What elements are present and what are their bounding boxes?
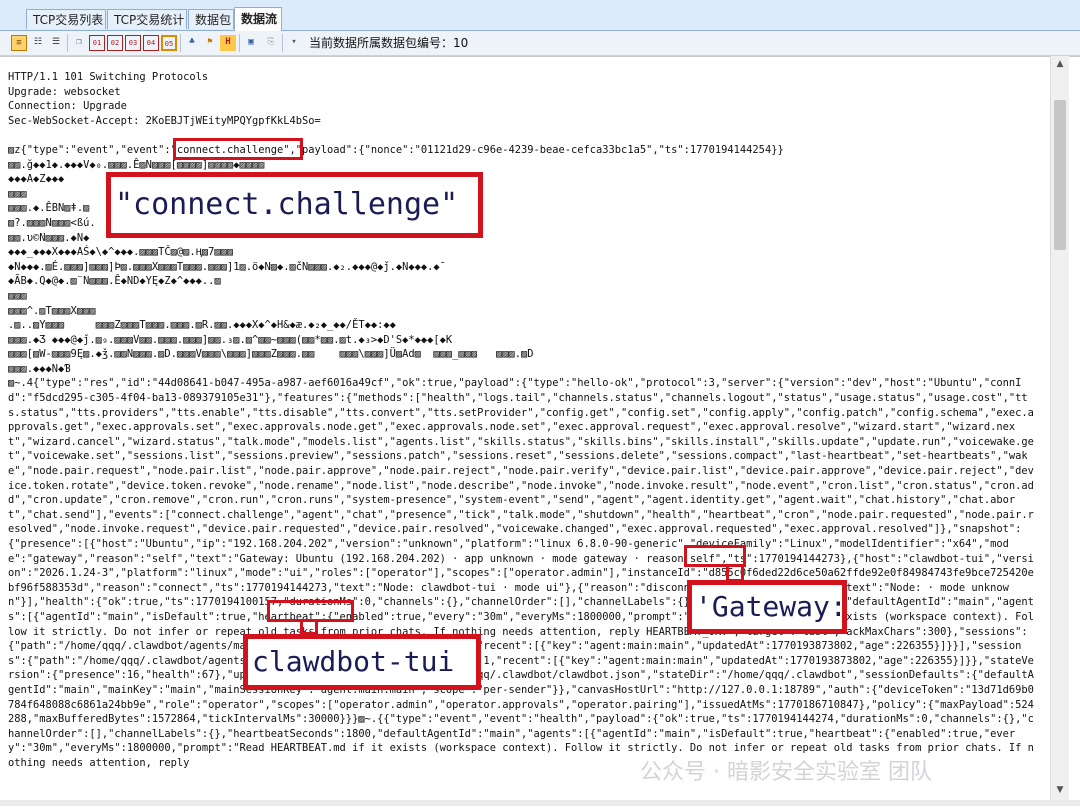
scroll-thumb[interactable] xyxy=(1054,100,1066,250)
highlight-gateway xyxy=(684,545,746,567)
image-icon[interactable]: ▣ xyxy=(243,35,259,51)
packet-number-label: 当前数据所属数据包编号：10 xyxy=(309,36,469,50)
watermark: 公众号 · 暗影安全实验室 团队 xyxy=(640,760,932,785)
export-icon[interactable]: ⎘ xyxy=(263,35,279,51)
toolbar: ≡ ☷ ☰ ❐ 01 02 03 04 05 ♣ ⚑ H ▣ ⎘ ▾ 当前数据所… xyxy=(0,31,1080,56)
tab-packet[interactable]: 数据包 xyxy=(188,9,234,29)
encode-5-icon[interactable]: 05 xyxy=(161,35,177,51)
stream-text: HTTP/1.1 101 Switching Protocols Upgrade… xyxy=(8,71,1034,769)
tree-icon[interactable]: ♣ xyxy=(184,35,200,51)
align-icon[interactable]: ≡ xyxy=(11,35,27,51)
callout-gateway: 'Gateway: xyxy=(687,580,847,634)
bottom-edge xyxy=(0,800,1080,806)
copy-icon[interactable]: ❐ xyxy=(71,35,87,51)
tab-bar: TCP交易列表 TCP交易统计 数据包 数据流 xyxy=(0,0,1080,31)
encode-1-icon[interactable]: 01 xyxy=(89,35,105,51)
hierarchy-icon[interactable]: ⚑ xyxy=(202,35,218,51)
hex-view-icon[interactable]: ☷ xyxy=(30,35,46,51)
encode-3-icon[interactable]: 03 xyxy=(125,35,141,51)
tab-tcp-transaction-list[interactable]: TCP交易列表 xyxy=(26,9,106,29)
highlight-clawdbot-tui xyxy=(267,600,354,622)
packet-number: 10 xyxy=(453,36,469,50)
encode-4-icon[interactable]: 04 xyxy=(143,35,159,51)
stream-content[interactable]: HTTP/1.1 101 Switching Protocols Upgrade… xyxy=(0,56,1048,800)
highlight-icon[interactable]: H xyxy=(220,35,236,51)
tab-tcp-transaction-stats[interactable]: TCP交易统计 xyxy=(107,9,187,29)
scroll-up-icon[interactable]: ▲ xyxy=(1054,58,1066,70)
encode-2-icon[interactable]: 02 xyxy=(107,35,123,51)
vertical-scrollbar[interactable]: ▲ ▼ xyxy=(1050,56,1069,800)
callout-clawdbot-tui: clawdbot-tui xyxy=(243,634,481,690)
callout-connect-challenge: "connect.challenge" xyxy=(106,172,483,238)
connector-clawdbot xyxy=(300,621,318,635)
options-dropdown-icon[interactable]: ▾ xyxy=(286,35,302,51)
tab-data-stream[interactable]: 数据流 xyxy=(234,7,282,31)
highlight-connect-challenge xyxy=(173,138,303,160)
text-view-icon[interactable]: ☰ xyxy=(48,35,64,51)
